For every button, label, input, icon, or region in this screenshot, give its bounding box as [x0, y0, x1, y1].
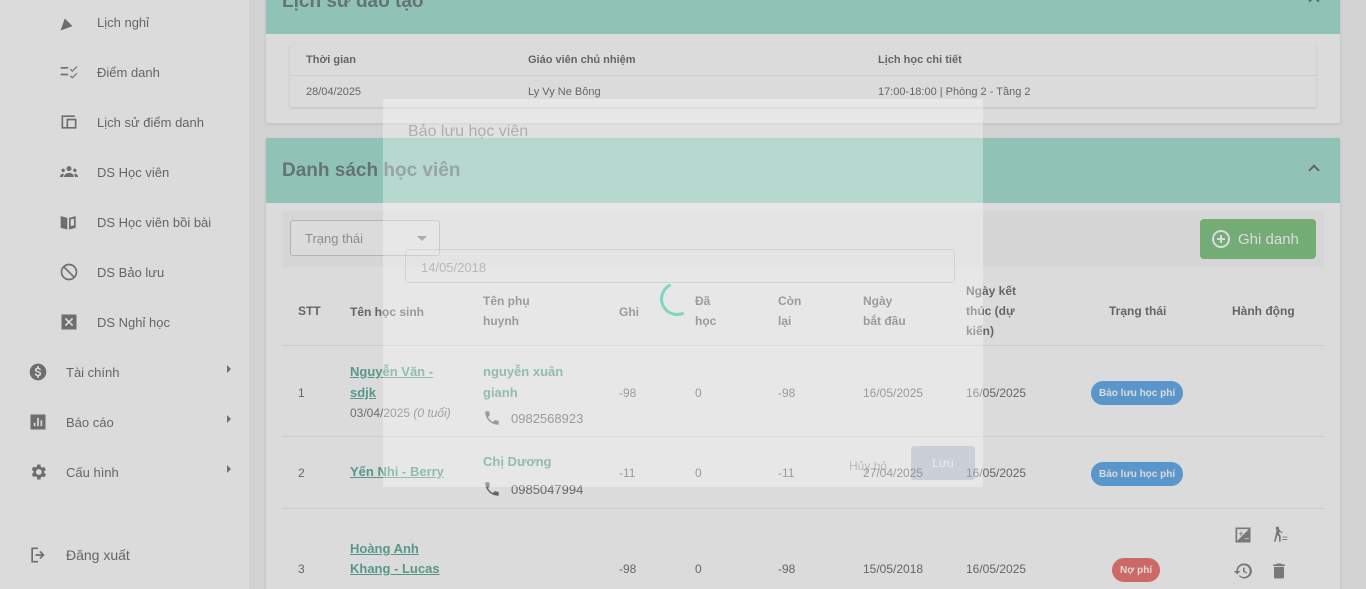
date-field[interactable]	[405, 249, 955, 283]
cancel-button[interactable]: Hủy bỏ	[835, 452, 901, 480]
save-button[interactable]: Lưu	[911, 446, 975, 480]
date-field-value: 14/05/2018	[421, 260, 487, 275]
dialog-title: Bảo lưu học viên	[408, 123, 529, 140]
